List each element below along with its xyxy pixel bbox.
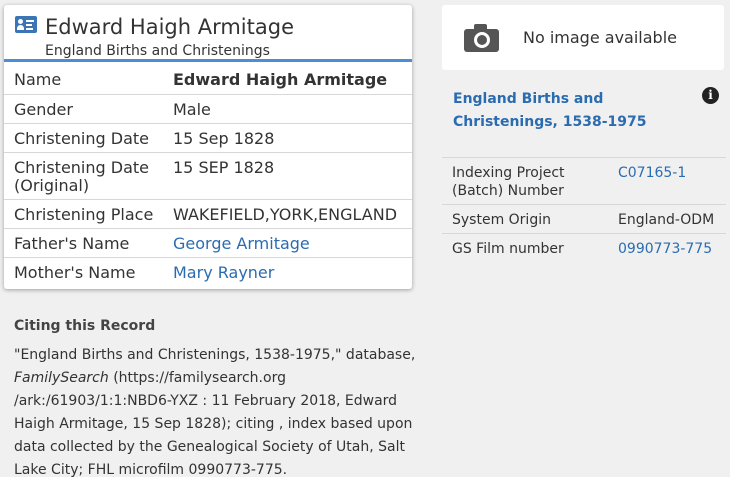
field-value: 15 Sep 1828 [173,129,275,148]
citation-text-part: "England Births and Christenings, 1538-1… [14,347,416,363]
field-label: Gender [14,100,73,119]
field-row-christening-place: Christening Place WAKEFIELD,YORK,ENGLAND [4,199,412,228]
citation-text-part: (https://familysearch.org /ark:/61903/1:… [14,370,413,477]
info-value: England-ODM [618,212,715,228]
citation-section: Citing this Record "England Births and C… [14,318,424,477]
citation-heading: Citing this Record [14,318,156,334]
field-row-father: Father's Name George Armitage [4,228,412,257]
field-value: WAKEFIELD,YORK,ENGLAND [173,205,398,224]
record-header: Edward Haigh Armitage England Births and… [4,5,412,62]
field-label: Christening Date (Original) [14,158,149,195]
citation-text: "England Births and Christenings, 1538-1… [14,344,424,477]
camera-icon [464,24,499,52]
field-row-christening-date: Christening Date 15 Sep 1828 [4,123,412,152]
info-label: Indexing Project (Batch) Number [452,165,565,199]
record-card: Edward Haigh Armitage England Births and… [4,5,412,289]
info-label: System Origin [452,212,551,228]
info-row-system-origin: System Origin England-ODM [442,204,726,233]
field-label: Father's Name [14,234,130,253]
info-row-film-number: GS Film number 0990773-775 [442,233,726,262]
field-row-mother: Mother's Name Mary Rayner [4,257,412,289]
citation-source-name: FamilySearch [14,370,109,386]
collection-subtitle: England Births and Christenings [45,43,270,59]
person-name-title: Edward Haigh Armitage [45,15,294,39]
field-value: Edward Haigh Armitage [173,70,388,89]
mother-name-link[interactable]: Mary Rayner [173,264,274,282]
field-label: Christening Place [14,205,154,224]
field-label: Christening Date [14,129,149,148]
field-value: Male [173,100,211,119]
field-row-name: Name Edward Haigh Armitage [4,65,412,94]
field-value: 15 SEP 1828 [173,158,275,177]
info-row-batch: Indexing Project (Batch) Number C07165-1 [442,157,726,204]
field-row-gender: Gender Male [4,94,412,123]
field-row-christening-date-original: Christening Date (Original) 15 SEP 1828 [4,152,412,199]
no-image-panel: No image available [442,5,724,70]
info-label: GS Film number [452,241,564,257]
info-icon[interactable]: i [702,87,719,104]
field-label: Mother's Name [14,263,136,282]
no-image-text: No image available [523,28,677,47]
film-number-link[interactable]: 0990773-775 [618,240,712,258]
person-card-icon [15,16,37,33]
batch-number-link[interactable]: C07165-1 [618,164,686,182]
collection-title-link[interactable]: England Births and Christenings, 1538-19… [453,88,673,134]
field-label: Name [14,70,62,89]
father-name-link[interactable]: George Armitage [173,235,310,253]
